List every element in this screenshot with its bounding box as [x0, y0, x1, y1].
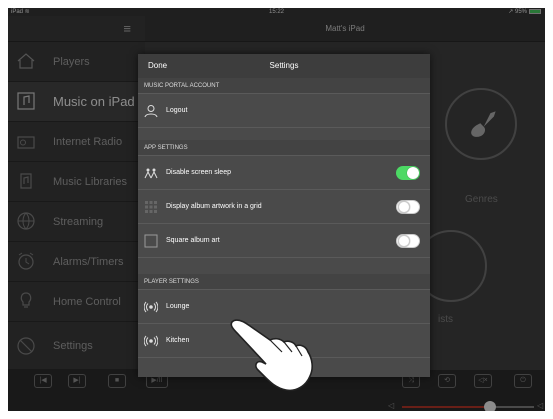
ipad-screen: iPad ≋ 15:22 ↗ 95% ≡ Players Music on iP… [8, 8, 545, 411]
artwork-grid-toggle[interactable] [396, 200, 420, 214]
artwork-grid-row: Display album artwork in a grid [138, 190, 430, 224]
player-label-kitchen: Kitchen [166, 337, 190, 344]
speaker-signal-icon [144, 301, 158, 313]
player-label-lounge: Lounge [166, 303, 190, 310]
square-icon [144, 234, 158, 248]
disable-sleep-toggle[interactable] [396, 166, 420, 180]
tap-gesture-hand-icon [230, 319, 313, 392]
toggle-knob [407, 167, 419, 179]
artwork-grid-label: Display album artwork in a grid [166, 203, 262, 210]
disable-sleep-row: Disable screen sleep [138, 156, 430, 190]
logout-label: Logout [166, 107, 188, 114]
settings-title: Settings [269, 61, 299, 70]
speaker-signal-icon [144, 335, 158, 347]
square-art-toggle[interactable] [396, 234, 420, 248]
square-art-label: Square album art [166, 237, 220, 244]
done-button[interactable]: Done [148, 54, 167, 78]
grid-icon [145, 201, 157, 213]
logout-row[interactable]: Logout [138, 94, 430, 128]
section-player-settings: PLAYER SETTINGS [138, 274, 430, 290]
section-app-settings: APP SETTINGS [138, 140, 430, 156]
settings-header: Settings Done [138, 54, 430, 79]
toggle-knob [398, 201, 410, 213]
toggle-knob [398, 235, 410, 247]
user-icon [144, 105, 158, 118]
square-art-row: Square album art [138, 224, 430, 258]
section-music-portal: MUSIC PORTAL ACCOUNT [138, 78, 430, 94]
sleeping-figures-icon [144, 168, 158, 179]
disable-sleep-label: Disable screen sleep [166, 169, 231, 176]
